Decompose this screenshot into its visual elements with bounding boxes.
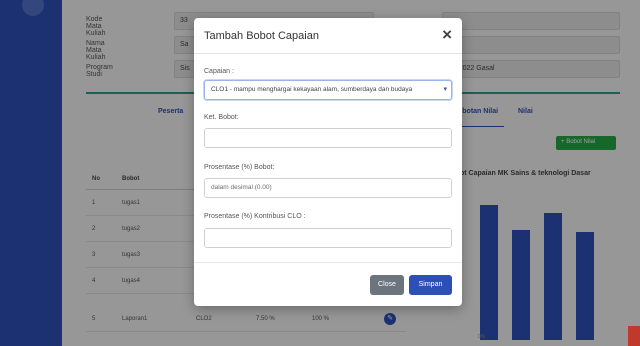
close-icon[interactable]: × — [442, 25, 452, 45]
capaian-selected-value: CLO1 - mampu menghargai kekayaan alam, s… — [211, 86, 413, 93]
modal-header: Tambah Bobot Capaian × — [194, 18, 462, 54]
prosentase-bobot-label: Prosentase (%) Bobot: — [204, 164, 275, 171]
close-button[interactable]: Close — [370, 275, 404, 295]
capaian-label: Capaian : — [204, 68, 234, 75]
prosentase-placeholder: dalam desimal (0.00) — [211, 184, 272, 191]
save-button[interactable]: Simpan — [409, 275, 452, 295]
modal-footer: Close Simpan — [194, 262, 462, 306]
ket-bobot-label: Ket. Bobot: — [204, 114, 239, 121]
ket-bobot-input[interactable] — [204, 128, 452, 148]
corner-badge — [628, 326, 640, 346]
kontribusi-clo-input[interactable] — [204, 228, 452, 248]
tambah-bobot-modal: Tambah Bobot Capaian × Capaian : CLO1 - … — [194, 18, 462, 306]
kontribusi-clo-label: Prosentase (%) Kontribusi CLO : — [204, 213, 306, 220]
chevron-down-icon: ▾ — [443, 86, 447, 93]
modal-title: Tambah Bobot Capaian — [204, 30, 319, 42]
prosentase-bobot-input[interactable]: dalam desimal (0.00) — [204, 178, 452, 198]
capaian-select[interactable]: CLO1 - mampu menghargai kekayaan alam, s… — [204, 80, 452, 100]
